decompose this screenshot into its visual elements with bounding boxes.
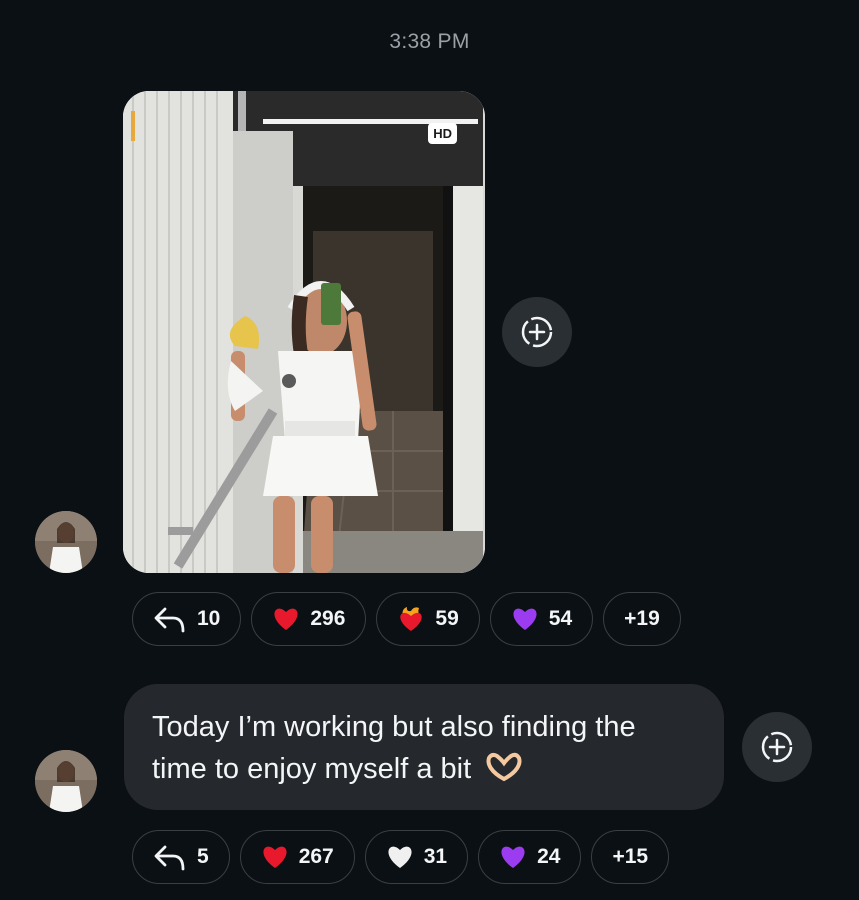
reaction-count: 296 (310, 607, 346, 630)
share-plus-icon (761, 731, 793, 763)
reaction-pill-red-heart[interactable]: 296 (251, 592, 367, 646)
reaction-pill-red-heart[interactable]: 267 (239, 830, 355, 884)
reply-count: 5 (197, 845, 209, 868)
reaction-pill-purple-heart[interactable]: 24 (478, 830, 582, 884)
more-reactions-pill[interactable]: +19 (603, 592, 681, 646)
more-reactions-count: +19 (624, 607, 660, 630)
reaction-count: 31 (423, 845, 448, 868)
text-message-bubble[interactable]: Today I’m working but also finding the t… (124, 684, 724, 810)
reaction-count: 59 (435, 607, 459, 630)
reaction-pill-white-heart[interactable]: 31 (364, 830, 469, 884)
reaction-count: 54 (548, 607, 573, 630)
reply-icon (154, 845, 185, 871)
reply-count-pill[interactable]: 10 (132, 592, 242, 646)
mirror-selfie-image (123, 91, 485, 573)
message-reactions: 5 267 31 24 +15 (132, 830, 670, 884)
forward-message-button[interactable] (742, 712, 812, 782)
sender-avatar[interactable] (35, 750, 97, 812)
message-timestamp: 3:38 PM (389, 30, 470, 53)
reaction-count: 267 (298, 845, 334, 868)
white-heart-icon (388, 846, 412, 868)
sender-avatar[interactable] (35, 511, 97, 573)
photo-attachment[interactable]: HD (123, 91, 485, 573)
heart-on-fire-icon (400, 607, 423, 631)
photo-reactions: 10 296 59 54 +19 (132, 592, 681, 646)
heart-hands-icon (486, 752, 522, 782)
reply-count-pill[interactable]: 5 (132, 830, 230, 884)
reaction-pill-heart-on-fire[interactable]: 59 (376, 592, 480, 646)
red-heart-icon (263, 846, 287, 868)
hd-badge: HD (428, 123, 457, 144)
share-plus-icon (521, 316, 553, 348)
forward-photo-button[interactable] (502, 297, 572, 367)
more-reactions-pill[interactable]: +15 (591, 830, 670, 884)
reaction-pill-purple-heart[interactable]: 54 (489, 592, 594, 646)
red-heart-icon (274, 608, 298, 630)
purple-heart-icon (513, 608, 537, 630)
reaction-count: 24 (537, 845, 561, 868)
more-reactions-count: +15 (612, 845, 649, 868)
reply-count: 10 (197, 607, 221, 630)
message-text: Today I’m working but also finding the t… (152, 711, 636, 785)
reply-icon (154, 607, 185, 633)
purple-heart-icon (501, 846, 525, 868)
